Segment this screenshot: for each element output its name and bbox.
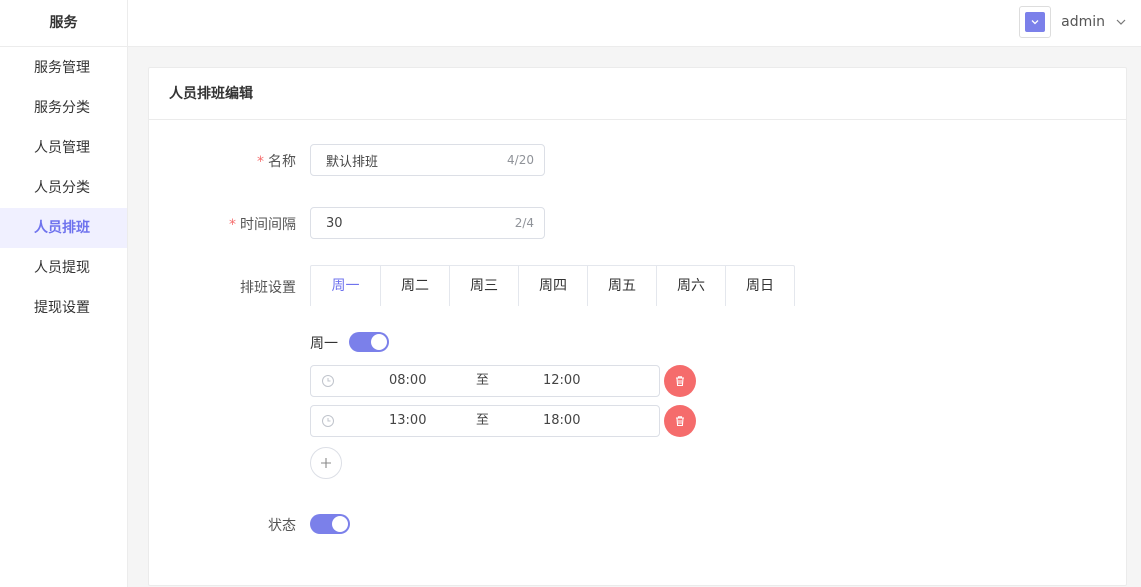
trash-icon: [676, 416, 684, 427]
interval-label: * 时间间隔: [229, 217, 296, 233]
start-time[interactable]: 08:00: [389, 366, 426, 396]
range-separator: 至: [476, 413, 490, 428]
user-menu[interactable]: admin: [1019, 6, 1127, 38]
sidebar-item-staff-schedule[interactable]: 人员排班: [0, 208, 127, 248]
plus-icon: [321, 458, 331, 468]
delete-range-button[interactable]: [664, 365, 696, 397]
name-input-value: 默认排班: [326, 154, 379, 170]
sidebar-item-service-category[interactable]: 服务分类: [0, 88, 127, 128]
top-header: admin: [128, 0, 1141, 47]
tab-thursday[interactable]: 周四: [518, 266, 587, 306]
status-switch[interactable]: [310, 514, 350, 534]
clock-icon: [322, 415, 334, 427]
tab-saturday[interactable]: 周六: [656, 266, 725, 306]
required-mark: *: [257, 154, 264, 170]
tab-sunday[interactable]: 周日: [725, 266, 794, 306]
time-range-picker[interactable]: 13:00 至 18:00: [310, 405, 660, 437]
add-range-button[interactable]: [310, 447, 342, 479]
end-time[interactable]: 18:00: [543, 406, 580, 436]
tab-wednesday[interactable]: 周三: [449, 266, 518, 306]
day-enabled-switch[interactable]: [349, 332, 389, 352]
schedule-label: 排班设置: [240, 280, 296, 296]
trash-icon: [676, 376, 684, 387]
edit-card: 人员排班编辑 * 名称 默认排班 4/20 * 时间间隔 30 2/4 排班设置 周…: [148, 67, 1127, 586]
sidebar-item-service-management[interactable]: 服务管理: [0, 48, 127, 88]
sidebar-item-staff-category[interactable]: 人员分类: [0, 168, 127, 208]
tab-tuesday[interactable]: 周二: [380, 266, 449, 306]
sidebar-menu: 服务管理 服务分类 人员管理 人员分类 人员排班 人员提现 提现设置: [0, 47, 127, 328]
weekday-tabs: 周一 周二 周三 周四 周五 周六 周日: [310, 265, 795, 306]
status-label: 状态: [268, 518, 296, 534]
interval-char-count: 2/4: [514, 216, 534, 230]
end-time[interactable]: 12:00: [543, 366, 580, 396]
card-title: 人员排班编辑: [149, 68, 1126, 120]
range-separator: 至: [476, 373, 490, 388]
sidebar-item-staff-management[interactable]: 人员管理: [0, 128, 127, 168]
sidebar-item-staff-withdrawal[interactable]: 人员提现: [0, 248, 127, 288]
sidebar: 服务 服务管理 服务分类 人员管理 人员分类 人员排班 人员提现 提现设置: [0, 0, 128, 587]
clock-icon: [322, 375, 334, 387]
name-char-count: 4/20: [507, 153, 534, 167]
username[interactable]: admin: [1061, 14, 1105, 30]
sidebar-item-withdrawal-settings[interactable]: 提现设置: [0, 288, 127, 328]
interval-input-value: 30: [326, 215, 343, 231]
required-mark: *: [229, 217, 236, 233]
tab-monday[interactable]: 周一: [311, 266, 380, 306]
delete-range-button[interactable]: [664, 405, 696, 437]
start-time[interactable]: 13:00: [389, 406, 426, 436]
time-range-picker[interactable]: 08:00 至 12:00: [310, 365, 660, 397]
tab-friday[interactable]: 周五: [587, 266, 656, 306]
chevron-down-icon: [1031, 20, 1039, 25]
name-label: * 名称: [257, 154, 296, 170]
chevron-down-icon[interactable]: [1115, 16, 1127, 28]
interval-input[interactable]: 30 2/4: [310, 207, 545, 239]
avatar[interactable]: [1019, 6, 1052, 38]
name-input[interactable]: 默认排班 4/20: [310, 144, 545, 176]
avatar-image: [1025, 12, 1046, 32]
day-label: 周一: [310, 336, 338, 352]
sidebar-title: 服务: [0, 0, 127, 47]
